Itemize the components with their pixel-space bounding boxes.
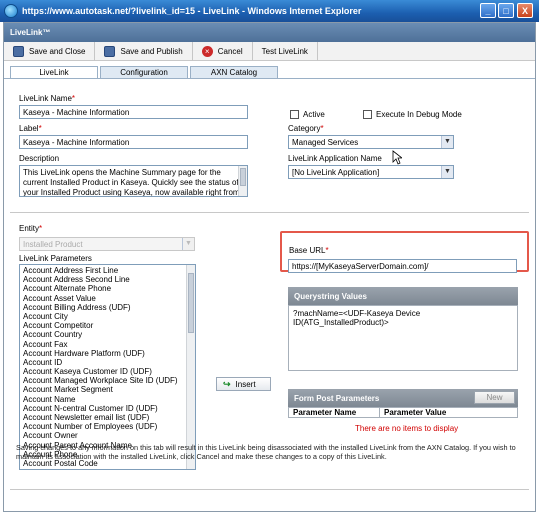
livelink-name-input[interactable]: Kaseya - Machine Information bbox=[19, 105, 248, 119]
close-window-button[interactable]: X bbox=[517, 3, 533, 18]
insert-arrow-icon: ↪ bbox=[223, 378, 231, 389]
list-item[interactable]: Account City bbox=[20, 312, 195, 321]
querystring-header: Querystring Values bbox=[288, 287, 518, 305]
list-item[interactable]: Account Market Segment bbox=[20, 385, 195, 394]
category-label: Category* bbox=[288, 124, 324, 133]
app-name-value: [No LiveLink Application] bbox=[292, 168, 380, 177]
empty-list-message: There are no items to display bbox=[355, 424, 459, 433]
description-scrollbar[interactable] bbox=[238, 166, 247, 196]
maximize-button[interactable]: □ bbox=[498, 3, 514, 18]
entity-select[interactable]: Installed Product ▼ bbox=[19, 237, 195, 251]
list-item[interactable]: Account Hardware Platform (UDF) bbox=[20, 349, 195, 358]
list-item[interactable]: Account Number of Employees (UDF) bbox=[20, 422, 195, 431]
base-url-input[interactable]: https://[MyKaseyaServerDomain.com]/ bbox=[288, 259, 517, 273]
list-item[interactable]: Account Newsletter email list (UDF) bbox=[20, 413, 195, 422]
col-parameter-name[interactable]: Parameter Name bbox=[293, 408, 356, 417]
active-label: Active bbox=[303, 110, 325, 119]
active-checkbox[interactable] bbox=[290, 110, 299, 119]
querystring-value: ?machName=<UDF-Kaseya Device ID(ATG_Inst… bbox=[293, 309, 421, 327]
label-input[interactable]: Kaseya - Machine Information bbox=[19, 135, 248, 149]
insert-button[interactable]: ↪ Insert bbox=[216, 377, 271, 391]
category-value: Managed Services bbox=[292, 138, 359, 147]
debug-mode-checkbox[interactable] bbox=[363, 110, 372, 119]
parameters-scrollbar[interactable] bbox=[186, 265, 195, 469]
window-title: https://www.autotask.net/?livelink_id=15… bbox=[22, 6, 362, 16]
description-text: This LiveLink opens the Machine Summary … bbox=[23, 168, 240, 197]
list-item[interactable]: Account N-central Customer ID (UDF) bbox=[20, 404, 195, 413]
save-and-close-button[interactable]: Save and Close bbox=[4, 41, 96, 61]
querystring-textarea[interactable]: ?machName=<UDF-Kaseya Device ID(ATG_Inst… bbox=[288, 305, 518, 371]
debug-mode-label: Execute In Debug Mode bbox=[376, 110, 462, 119]
save-icon bbox=[13, 45, 24, 57]
minimize-button[interactable]: _ bbox=[480, 3, 496, 18]
entity-value: Installed Product bbox=[23, 240, 83, 249]
section-divider bbox=[10, 212, 529, 213]
column-divider bbox=[379, 407, 380, 418]
save-and-close-label: Save and Close bbox=[29, 46, 86, 56]
chevron-down-icon: ▼ bbox=[441, 166, 453, 178]
save-icon bbox=[104, 45, 116, 57]
base-url-label: Base URL* bbox=[289, 246, 329, 255]
cancel-icon: × bbox=[201, 45, 213, 57]
list-item[interactable]: Account ID bbox=[20, 358, 195, 367]
description-label: Description bbox=[19, 154, 60, 163]
window-title-bar: https://www.autotask.net/?livelink_id=15… bbox=[0, 0, 539, 22]
list-item[interactable]: Account Name bbox=[20, 395, 195, 404]
list-item[interactable]: Account Owner bbox=[20, 431, 195, 440]
list-item[interactable]: Account Country bbox=[20, 330, 195, 339]
chevron-down-icon: ▼ bbox=[182, 238, 194, 250]
list-item[interactable]: Account Alternate Phone bbox=[20, 284, 195, 293]
chevron-down-icon: ▼ bbox=[441, 136, 453, 148]
save-and-publish-button[interactable]: Save and Publish bbox=[95, 41, 193, 61]
save-and-publish-label: Save and Publish bbox=[120, 46, 183, 56]
footer-divider bbox=[10, 489, 529, 490]
tab-strip: LiveLink Configuration AXN Catalog bbox=[4, 65, 535, 79]
list-item[interactable]: Account Address Second Line bbox=[20, 275, 195, 284]
cancel-label: Cancel bbox=[217, 46, 243, 56]
livelink-parameters-list[interactable]: Account Address First Line Account Addres… bbox=[19, 264, 196, 470]
mouse-cursor-icon bbox=[392, 150, 402, 165]
list-item[interactable]: Account Asset Value bbox=[20, 294, 195, 303]
app-name-select[interactable]: [No LiveLink Application] ▼ bbox=[288, 165, 454, 179]
description-textarea[interactable]: This LiveLink opens the Machine Summary … bbox=[19, 165, 248, 197]
app-name-label: LiveLink Application Name bbox=[288, 154, 382, 163]
livelink-parameters-label: LiveLink Parameters bbox=[19, 254, 92, 263]
test-livelink-label: Test LiveLink bbox=[261, 46, 308, 56]
cancel-button[interactable]: × Cancel bbox=[193, 41, 253, 61]
app-header: LiveLink™ bbox=[4, 23, 535, 42]
list-item[interactable]: Account Managed Workplace Site ID (UDF) bbox=[20, 376, 195, 385]
insert-label: Insert bbox=[235, 379, 256, 389]
livelink-name-label: LiveLink Name* bbox=[19, 94, 76, 103]
ie-icon bbox=[4, 4, 18, 18]
category-select[interactable]: Managed Services ▼ bbox=[288, 135, 454, 149]
livelink-app: LiveLink™ Save and Close Save and Publis… bbox=[3, 22, 536, 512]
entity-label: Entity* bbox=[19, 224, 43, 233]
col-parameter-value[interactable]: Parameter Value bbox=[384, 408, 446, 417]
toolbar: Save and Close Save and Publish × Cancel… bbox=[4, 41, 535, 61]
test-livelink-button[interactable]: Test LiveLink bbox=[253, 41, 318, 61]
list-item[interactable]: Account Kaseya Customer ID (UDF) bbox=[20, 367, 195, 376]
footer-warning: Saving changes to any information on thi… bbox=[16, 443, 516, 461]
label-field-label: Label* bbox=[19, 124, 42, 133]
list-item[interactable]: Account Address First Line bbox=[20, 266, 195, 275]
list-item[interactable]: Account Competitor bbox=[20, 321, 195, 330]
new-parameter-button[interactable]: New bbox=[474, 391, 515, 404]
list-item[interactable]: Account Fax bbox=[20, 340, 195, 349]
list-item[interactable]: Account Billing Address (UDF) bbox=[20, 303, 195, 312]
